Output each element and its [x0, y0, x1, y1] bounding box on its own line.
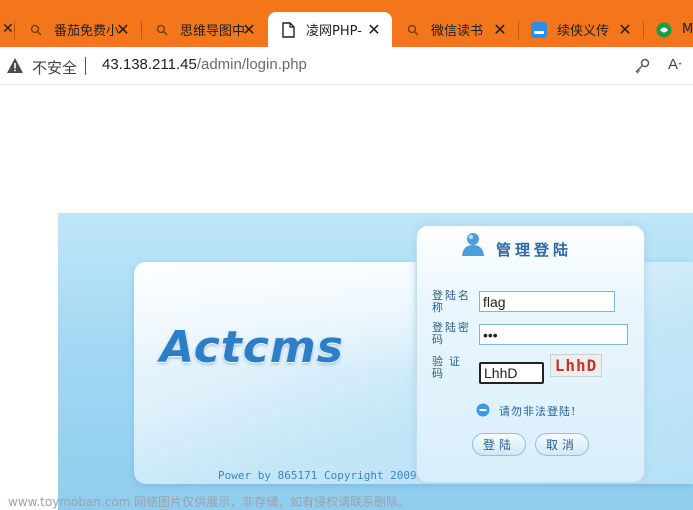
close-icon[interactable]: ✕ [492, 20, 508, 39]
captcha-input[interactable] [479, 362, 544, 384]
username-label: 登陆名称 [432, 289, 471, 314]
tab-weread[interactable]: 微信读书 ✕ [393, 12, 518, 47]
login-button[interactable]: 登陆 [472, 433, 526, 456]
tab-lingwang-php[interactable]: 凌网PHP- ✕ [268, 12, 392, 47]
actcms-logo: Actcms [160, 322, 344, 373]
tab-fanqie[interactable]: 番茄免费小 ✕ [16, 12, 141, 47]
form-title: 管理登陆 [496, 241, 573, 259]
watermark-text: www.toymoban.com 网络图片仅供展示，非存储，如有侵权请联系删除。 [8, 495, 411, 509]
tab-label: 微信读书 [431, 24, 484, 39]
partial-tab-close-icon[interactable]: ✕ [2, 21, 14, 37]
url-path: /admin/login.php [196, 56, 307, 73]
security-status[interactable]: 不安全 [32, 57, 77, 78]
captcha-image[interactable]: LhhD [550, 354, 602, 377]
tab-xuxia[interactable]: 续侠义传 ✕ [519, 12, 643, 47]
user-icon [460, 231, 486, 257]
read-aloud-label: A [668, 56, 679, 73]
search-icon [405, 22, 421, 38]
tab-separator [14, 21, 15, 39]
footer-copyright: Power by 865171 Copyright 2009 [218, 469, 417, 482]
tab-partial-m[interactable]: M [644, 12, 693, 47]
key-icon[interactable] [633, 57, 651, 75]
login-form-card [416, 225, 645, 483]
close-icon[interactable]: ✕ [366, 20, 382, 39]
url-field[interactable]: 43.138.211.45/admin/login.php [102, 56, 307, 73]
browser-tab-bar: ✕ 番茄免费小 ✕ 思维导图中 ✕ 凌网PHP- ✕ 微信读书 ✕ 续侠义传 ✕… [0, 0, 693, 47]
username-input[interactable] [479, 291, 615, 312]
read-aloud-waves: ᐩ [678, 61, 682, 72]
tab-label: M [682, 22, 693, 37]
tab-label: 思维导图中 [180, 24, 246, 39]
close-icon[interactable]: ✕ [617, 20, 633, 39]
warning-icon[interactable] [6, 57, 24, 75]
address-bar: 不安全 43.138.211.45/admin/login.php Aᐩ [0, 47, 693, 85]
close-icon[interactable]: ✕ [115, 20, 131, 39]
cancel-button[interactable]: 取消 [535, 433, 589, 456]
password-label: 登陆密码 [432, 321, 471, 346]
url-host: 43.138.211.45 [102, 56, 197, 73]
address-divider [85, 57, 86, 75]
green-logo-icon [656, 22, 672, 38]
captcha-label: 验证码 [432, 355, 466, 380]
page-icon [280, 21, 296, 38]
search-icon [28, 22, 44, 38]
search-icon [154, 22, 170, 38]
tab-label: 番茄免费小 [54, 24, 120, 39]
notice-text: 请勿非法登陆! [499, 405, 577, 418]
info-icon [476, 402, 490, 417]
tab-mindmap[interactable]: 思维导图中 ✕ [142, 12, 267, 47]
blue-app-icon [531, 21, 547, 38]
password-input[interactable] [479, 324, 628, 345]
read-aloud-icon[interactable]: Aᐩ [668, 56, 682, 73]
close-icon[interactable]: ✕ [241, 20, 257, 39]
